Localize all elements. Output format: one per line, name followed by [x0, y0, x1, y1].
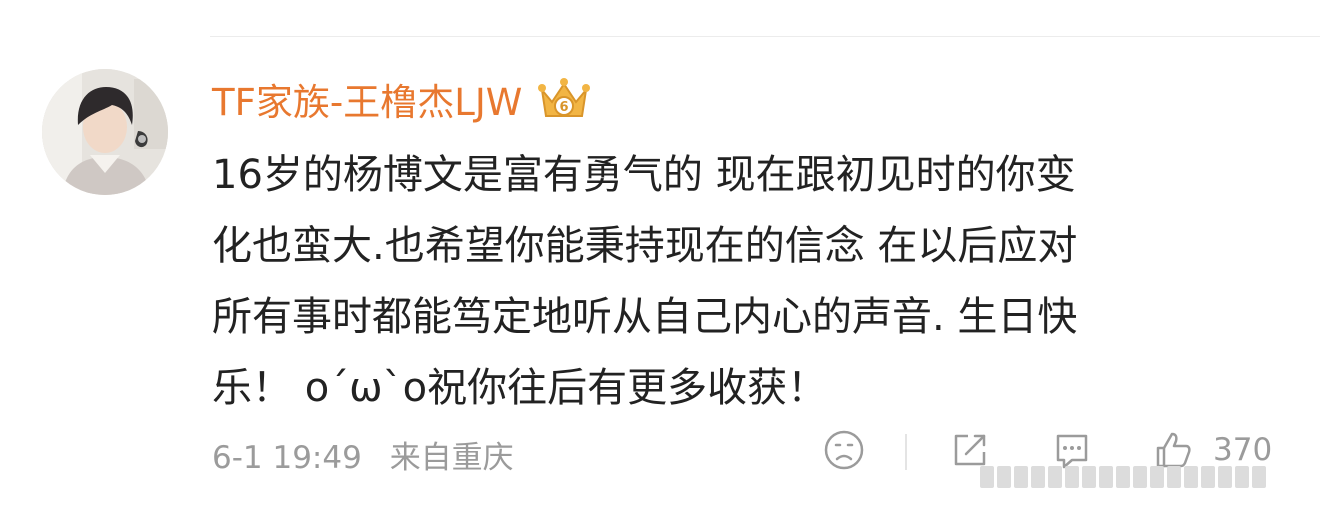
- top-divider: [210, 36, 1320, 37]
- comment-meta: 6-1 19:49 来自重庆: [212, 432, 514, 477]
- svg-text:6: 6: [560, 100, 569, 115]
- comment-line: 16岁的杨博文是富有勇气的 现在跟初见时的你变: [212, 152, 1076, 198]
- watermark: [980, 466, 1292, 494]
- comment-line: 乐！ o´ω`o祝你往后有更多收获！: [212, 365, 828, 411]
- username-row: TF家族-王橹杰LJW 6: [212, 70, 592, 128]
- crown-badge-icon: 6: [538, 78, 591, 117]
- avatar[interactable]: [42, 69, 168, 195]
- sad-face-icon[interactable]: [822, 428, 866, 472]
- location: 来自重庆: [389, 440, 514, 476]
- comment-body: 16岁的杨博文是富有勇气的 现在跟初见时的你变 化也蛮大.也希望你能秉持现在的信…: [212, 140, 1292, 424]
- username[interactable]: TF家族-王橹杰LJW: [212, 72, 522, 126]
- footer-divider: [905, 434, 907, 470]
- comment-line: 化也蛮大.也希望你能秉持现在的信念 在以后应对: [212, 223, 1078, 269]
- timestamp: 6-1 19:49: [212, 440, 362, 476]
- like-count: 370: [1213, 432, 1273, 468]
- comment-card: TF家族-王橹杰LJW 6 16岁的杨博文是富有勇气的 现在跟初见时的你变 化也…: [0, 0, 1320, 516]
- comment-line: 所有事时都能笃定地听从自己内心的声音. 生日快: [212, 294, 1078, 340]
